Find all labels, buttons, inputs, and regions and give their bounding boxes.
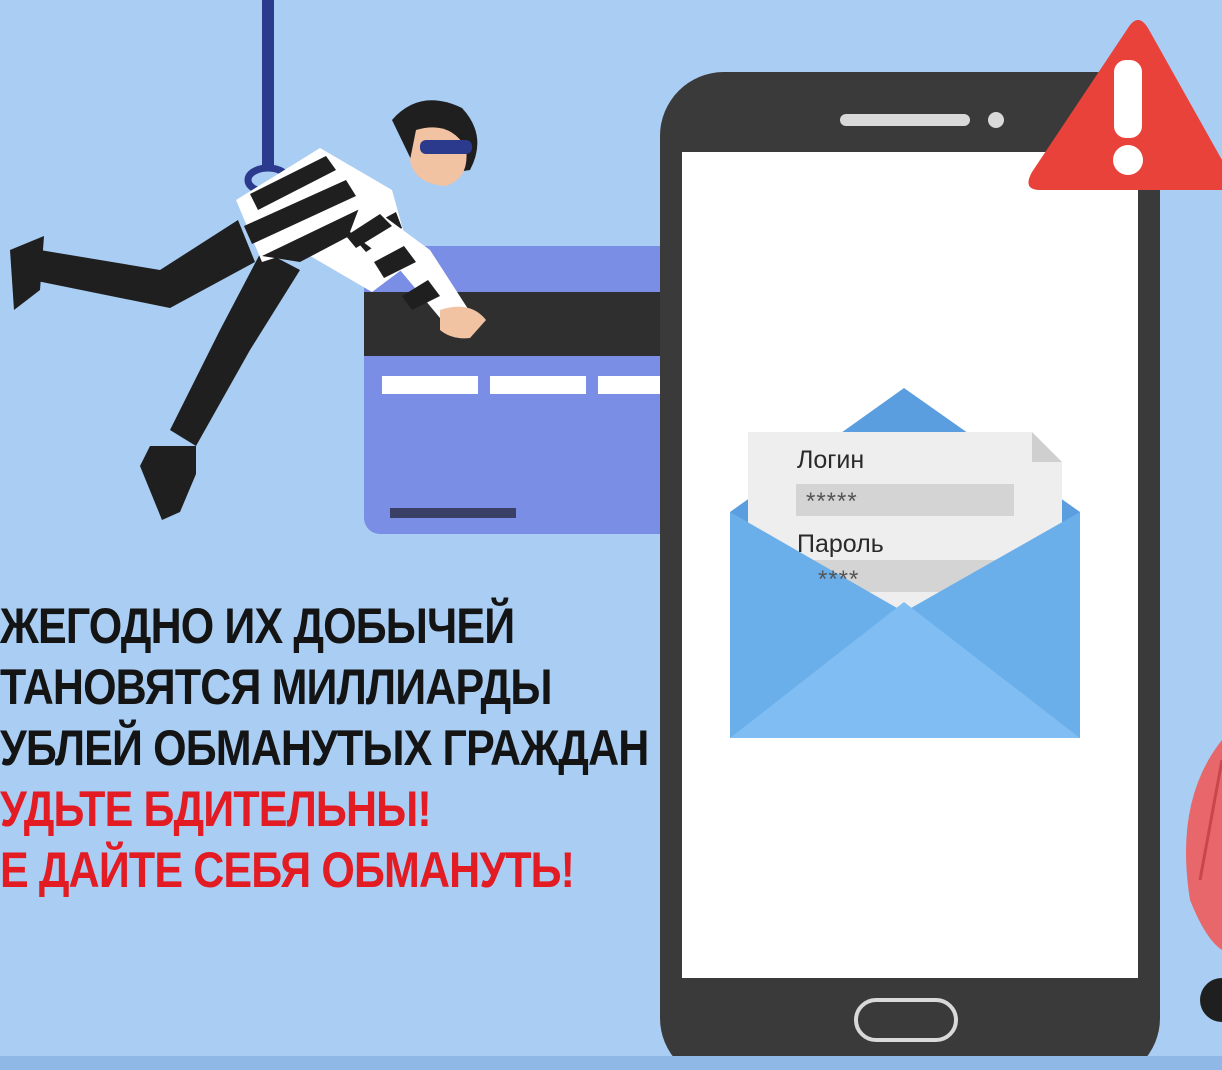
headline-line-5: Е ДАЙТЕ СЕБЯ ОБМАНУТЬ! <box>0 842 575 898</box>
plant-leaf-illustration <box>1186 740 1222 1022</box>
headline-line-1: ЖЕГОДНО ИХ ДОБЫЧЕЙ <box>0 598 515 654</box>
password-masked-value: **** <box>818 566 860 593</box>
ground-strip <box>0 1056 1222 1070</box>
illustration-scene <box>0 0 1222 1070</box>
headline-line-3: УБЛЕЙ ОБМАНУТЫХ ГРАЖДАН <box>0 720 649 776</box>
envelope-icon <box>730 388 1080 738</box>
login-masked-value: ***** <box>806 488 858 515</box>
headline-line-4: УДЬТЕ БДИТЕЛЬНЫ! <box>0 781 432 837</box>
login-label: Логин <box>797 446 865 474</box>
headline-line-2: ТАНОВЯТСЯ МИЛЛИАРДЫ <box>0 659 552 715</box>
password-label: Пароль <box>797 530 884 558</box>
headline-block: ЖЕГОДНО ИХ ДОБЫЧЕЙ ТАНОВЯТСЯ МИЛЛИАРДЫ У… <box>0 596 649 901</box>
